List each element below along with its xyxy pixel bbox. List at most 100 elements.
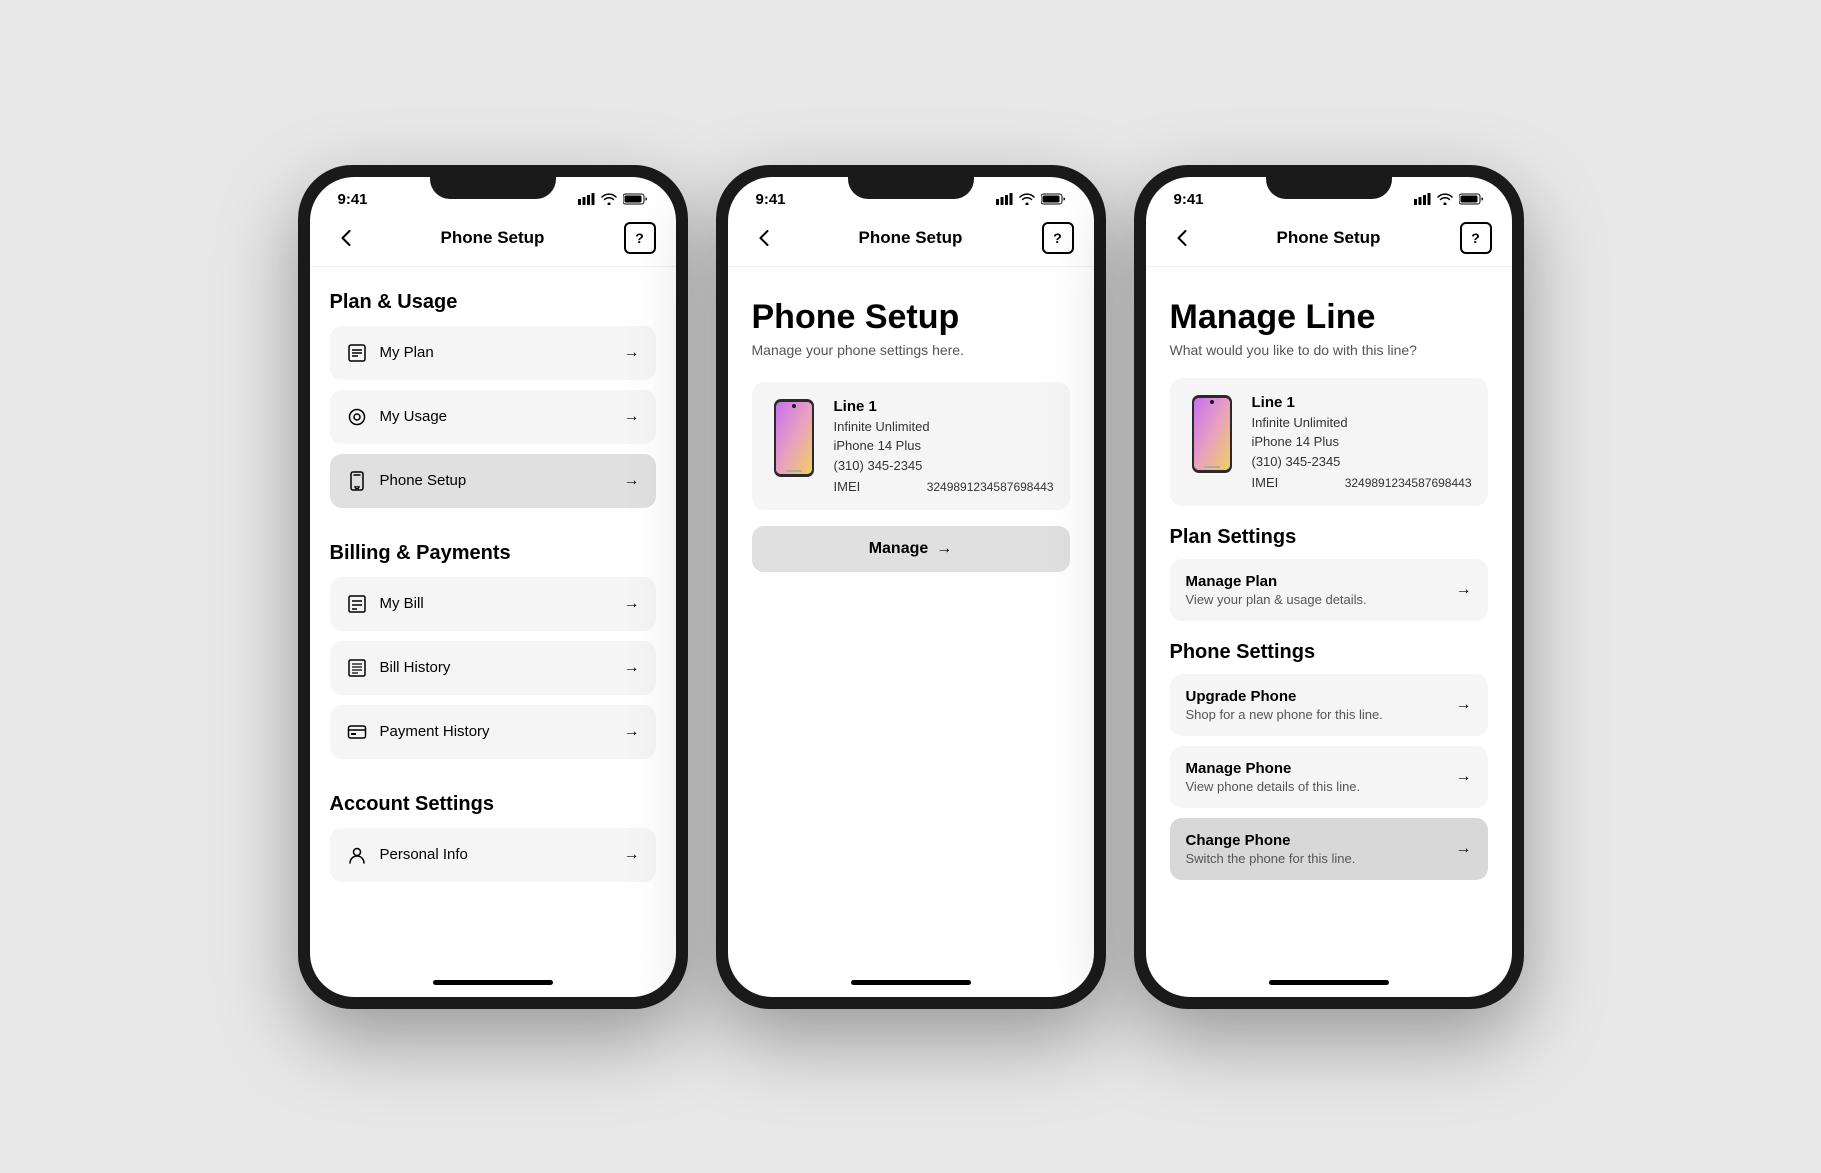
arrow-my-usage: → (624, 408, 640, 426)
menu-item-my-bill[interactable]: My Bill → (330, 577, 656, 631)
menu-label-my-bill: My Bill (380, 595, 424, 612)
manage-phone-desc: View phone details of this line. (1186, 779, 1361, 794)
manage-plan-desc: View your plan & usage details. (1186, 592, 1367, 607)
battery-icon-3 (1459, 193, 1484, 205)
screen-1: 9:41 (310, 177, 676, 997)
signal-icon-3 (1414, 193, 1431, 205)
plan-icon (346, 342, 368, 364)
imei-value-2: 3249891234587698443 (927, 480, 1054, 494)
menu-item-my-usage[interactable]: My Usage → (330, 390, 656, 444)
home-indicator-2 (728, 969, 1094, 997)
settings-item-change-phone[interactable]: Change Phone Switch the phone for this l… (1170, 818, 1488, 880)
line-device-2: iPhone 14 Plus (834, 436, 1054, 456)
imei-label-2: IMEI (834, 479, 861, 494)
menu-item-bill-history[interactable]: Bill History → (330, 641, 656, 695)
notch-2 (848, 165, 974, 199)
menu-item-payment-history[interactable]: Payment History → (330, 705, 656, 759)
imei-label-3: IMEI (1252, 475, 1279, 490)
arrow-my-bill: → (624, 595, 640, 613)
line-number-3: (310) 345-2345 (1252, 452, 1472, 472)
home-indicator-3 (1146, 969, 1512, 997)
arrow-manage-phone: → (1456, 768, 1472, 786)
section-header-account: Account Settings (330, 793, 656, 816)
imei-value-3: 3249891234587698443 (1345, 476, 1472, 490)
back-button-1[interactable] (330, 222, 362, 254)
menu-label-my-plan: My Plan (380, 344, 434, 361)
arrow-manage-plan: → (1456, 581, 1472, 599)
wifi-icon-3 (1437, 193, 1453, 205)
change-phone-title: Change Phone (1186, 832, 1356, 849)
section-header-plan-usage: Plan & Usage (330, 291, 656, 314)
menu-label-phone-setup: Phone Setup (380, 472, 467, 489)
settings-item-upgrade-phone[interactable]: Upgrade Phone Shop for a new phone for t… (1170, 674, 1488, 736)
line-plan-3: Infinite Unlimited (1252, 413, 1472, 433)
menu-item-personal-info[interactable]: Personal Info → (330, 828, 656, 882)
back-arrow-icon-2 (759, 230, 769, 246)
nav-title-3: Phone Setup (1277, 228, 1381, 248)
manage-button[interactable]: Manage → (752, 526, 1070, 572)
manage-btn-label: Manage (869, 540, 929, 558)
menu-label-my-usage: My Usage (380, 408, 448, 425)
ml-subtitle: What would you like to do with this line… (1170, 342, 1488, 358)
arrow-my-plan: → (624, 344, 640, 362)
phone-illustration-2 (768, 398, 820, 478)
phone-setup-icon (346, 470, 368, 492)
status-time-2: 9:41 (756, 191, 786, 208)
screen-3: 9:41 (1146, 177, 1512, 997)
notch-1 (430, 165, 556, 199)
home-bar-2 (851, 980, 971, 985)
plan-settings-title: Plan Settings (1170, 526, 1488, 549)
home-bar-1 (433, 980, 553, 985)
upgrade-phone-title: Upgrade Phone (1186, 688, 1383, 705)
arrow-change-phone: → (1456, 840, 1472, 858)
menu-label-payment-history: Payment History (380, 723, 490, 740)
menu-label-personal-info: Personal Info (380, 846, 468, 863)
section-header-billing: Billing & Payments (330, 542, 656, 565)
battery-icon-2 (1041, 193, 1066, 205)
help-button-1[interactable]: ? (624, 222, 656, 254)
back-arrow-icon-3 (1177, 230, 1187, 246)
menu-item-phone-setup[interactable]: Phone Setup → (330, 454, 656, 508)
manage-btn-arrow: → (936, 540, 952, 558)
arrow-bill-history: → (624, 659, 640, 677)
personal-info-icon (346, 844, 368, 866)
help-button-2[interactable]: ? (1042, 222, 1074, 254)
back-button-2[interactable] (748, 222, 780, 254)
ps-big-title: Phone Setup (752, 299, 1070, 336)
menu-item-my-plan[interactable]: My Plan → (330, 326, 656, 380)
line-card-2: Line 1 Infinite Unlimited iPhone 14 Plus… (752, 382, 1070, 511)
menu-label-bill-history: Bill History (380, 659, 451, 676)
ml-big-title: Manage Line (1170, 299, 1488, 336)
phone-frame-1: 9:41 (298, 165, 688, 1009)
status-time-3: 9:41 (1174, 191, 1204, 208)
usage-icon (346, 406, 368, 428)
status-icons-1 (578, 193, 648, 205)
signal-icon-2 (996, 193, 1013, 205)
nav-bar-1: Phone Setup ? (310, 214, 676, 267)
line-plan-2: Infinite Unlimited (834, 417, 1054, 437)
manage-line-content: Manage Line What would you like to do wi… (1146, 267, 1512, 969)
bill-history-icon (346, 657, 368, 679)
phone-illustration-3 (1186, 394, 1238, 474)
manage-plan-title: Manage Plan (1186, 573, 1367, 590)
back-arrow-icon (341, 230, 351, 246)
settings-item-manage-plan[interactable]: Manage Plan View your plan & usage detai… (1170, 559, 1488, 621)
home-bar-3 (1269, 980, 1389, 985)
ps-subtitle: Manage your phone settings here. (752, 342, 1070, 358)
home-indicator-1 (310, 969, 676, 997)
back-button-3[interactable] (1166, 222, 1198, 254)
manage-phone-title: Manage Phone (1186, 760, 1361, 777)
phone-settings-title: Phone Settings (1170, 641, 1488, 664)
line-device-3: iPhone 14 Plus (1252, 432, 1472, 452)
payment-history-icon (346, 721, 368, 743)
line-name-2: Line 1 (834, 398, 1054, 415)
change-phone-desc: Switch the phone for this line. (1186, 851, 1356, 866)
arrow-payment-history: → (624, 723, 640, 741)
bill-icon (346, 593, 368, 615)
phone-setup-content: Phone Setup Manage your phone settings h… (728, 267, 1094, 969)
help-button-3[interactable]: ? (1460, 222, 1492, 254)
screen-content-1: Plan & Usage My Plan → (310, 267, 676, 969)
upgrade-phone-desc: Shop for a new phone for this line. (1186, 707, 1383, 722)
nav-bar-2: Phone Setup ? (728, 214, 1094, 267)
settings-item-manage-phone[interactable]: Manage Phone View phone details of this … (1170, 746, 1488, 808)
